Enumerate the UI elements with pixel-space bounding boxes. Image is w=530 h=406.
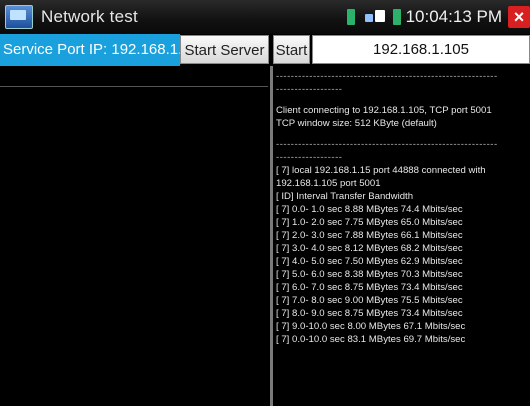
log-table-row: [ 7] 8.0- 9.0 sec 8.75 MBytes 73.4 Mbits… [276,308,463,319]
log-table-row: [ 7] 5.0- 6.0 sec 8.38 MBytes 70.3 Mbits… [276,269,463,280]
log-table-row: [ 7] 0.0-10.0 sec 83.1 MBytes 69.7 Mbits… [276,334,466,345]
title-bar: Network test 10:04:13 PM × [0,0,530,34]
log-table-row: [ 7] 9.0-10.0 sec 8.00 MBytes 67.1 Mbits… [276,321,466,332]
log-separator: ------------------ [276,152,343,163]
clock: 10:04:13 PM [405,7,502,26]
start-button[interactable]: Start [273,35,310,64]
log-local-line: [ 7] local 192.168.1.15 port 44888 conne… [276,165,486,176]
app-title: Network test [41,7,138,26]
log-connecting-line: Client connecting to 192.168.1.105, TCP … [276,105,492,116]
log-table-header: [ ID] Interval Transfer Bandwidth [276,191,414,202]
log-separator: ------------------ [276,84,343,95]
target-ip-field[interactable]: 192.168.1.105 [312,35,530,64]
network-test-screen: Network test 10:04:13 PM × Service Port … [0,0,530,406]
log-local-line-cont: 192.168.1.105 port 5001 [276,178,381,189]
log-window-size-line: TCP window size: 512 KByte (default) [276,118,437,129]
log-separator: ----------------------------------------… [276,139,498,150]
close-icon[interactable]: × [508,6,530,28]
log-table-row: [ 7] 6.0- 7.0 sec 8.75 MBytes 73.4 Mbits… [276,282,463,293]
log-table-row: [ 7] 2.0- 3.0 sec 7.88 MBytes 66.1 Mbits… [276,230,463,241]
log-table-rows: [ 7] 0.0- 1.0 sec 8.88 MBytes 74.4 Mbits… [276,203,530,346]
log-table-row: [ 7] 7.0- 8.0 sec 9.00 MBytes 75.5 Mbits… [276,295,463,306]
log-table-row: [ 7] 3.0- 4.0 sec 8.12 MBytes 68.2 Mbits… [276,243,463,254]
client-output-log: ----------------------------------------… [276,70,530,400]
toolbar: Service Port IP: 192.168.1.15 Start Serv… [0,34,530,66]
log-separator: ----------------------------------------… [276,71,498,82]
battery-icon [392,9,401,25]
service-port-ip-label: Service Port IP: 192.168.1.15 [0,34,180,66]
log-table-row: [ 7] 1.0- 2.0 sec 7.75 MBytes 65.0 Mbits… [276,217,463,228]
panel-divider[interactable] [270,66,273,406]
log-table-row: [ 7] 0.0- 1.0 sec 8.88 MBytes 74.4 Mbits… [276,204,463,215]
network-app-icon [5,5,33,29]
server-panel-divider [0,86,268,87]
log-table-row: [ 7] 4.0- 5.0 sec 7.50 MBytes 62.9 Mbits… [276,256,463,267]
server-output-panel [0,66,268,406]
network-connection-icon [364,10,385,24]
start-server-button[interactable]: Start Server [180,35,269,64]
sim-signal-icon [346,9,355,25]
status-area: 10:04:13 PM × [346,0,530,34]
